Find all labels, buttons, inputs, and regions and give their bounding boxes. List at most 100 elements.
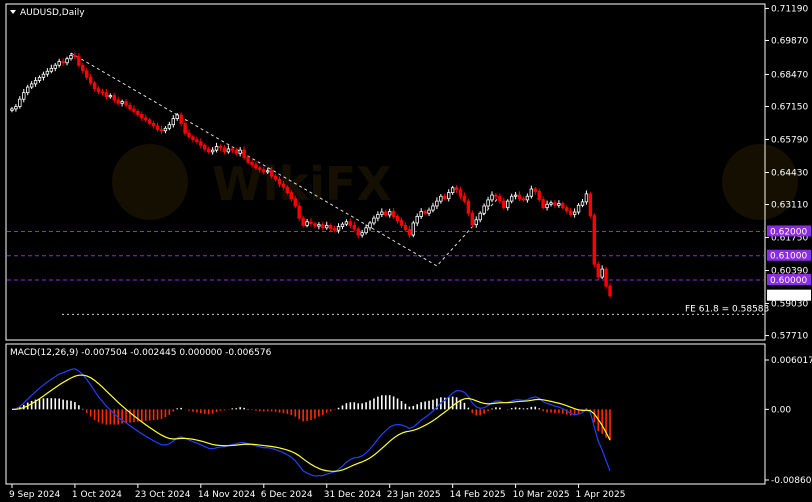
- candle-body: [222, 147, 227, 153]
- candle-body: [155, 125, 160, 130]
- candle-body: [360, 232, 364, 236]
- candle-body: [364, 227, 368, 234]
- candle-body: [218, 146, 223, 149]
- candle-body: [179, 114, 183, 124]
- level-label: 0.60000: [770, 276, 807, 286]
- candle-body: [498, 195, 502, 202]
- level-label: 0.61000: [770, 252, 807, 262]
- candle-body: [415, 216, 419, 224]
- candle-body: [439, 195, 443, 202]
- candle-body: [584, 193, 589, 203]
- candle-body: [517, 194, 522, 200]
- candle-body: [372, 217, 376, 224]
- candle-body: [226, 148, 231, 153]
- watermark-text: WikiFX: [212, 157, 392, 211]
- level-label: 0.62000: [770, 227, 807, 237]
- candle-body: [254, 164, 258, 169]
- candle-body: [187, 132, 191, 138]
- candle-body: [336, 226, 341, 231]
- candle-body: [305, 221, 309, 226]
- candle-body: [478, 212, 482, 221]
- candle-body: [486, 199, 490, 207]
- candle-body: [596, 263, 600, 278]
- candle-body: [474, 219, 478, 226]
- candle-body: [553, 202, 557, 206]
- candle-body: [348, 221, 353, 226]
- candle-body: [159, 129, 164, 132]
- candle-body: [317, 224, 321, 227]
- candle-body: [403, 224, 408, 230]
- candle-body: [313, 223, 317, 227]
- candle-body: [482, 205, 486, 214]
- candle-body: [37, 76, 42, 81]
- candle-body: [549, 202, 553, 205]
- time-tick-label: 31 Dec 2024: [324, 490, 382, 500]
- time-tick-label: 1 Apr 2025: [576, 490, 626, 500]
- candle-body: [45, 70, 50, 75]
- candle-body: [136, 110, 140, 115]
- time-tick-label: 10 Mar 2025: [513, 490, 570, 500]
- candle-body: [77, 56, 81, 66]
- candle-body: [273, 175, 278, 180]
- candle-body: [238, 149, 242, 154]
- candle-body: [81, 64, 85, 72]
- time-tick-label: 23 Oct 2024: [135, 490, 191, 500]
- candle-body: [494, 194, 498, 197]
- candle-body: [85, 70, 89, 78]
- candle-body: [128, 104, 132, 110]
- candle-body: [277, 178, 282, 185]
- candle-body: [297, 205, 301, 219]
- candle-body: [352, 224, 356, 230]
- candle-body: [57, 61, 61, 66]
- candle-body: [22, 92, 26, 100]
- candle-body: [525, 195, 530, 201]
- time-tick-label: 6 Dec 2024: [261, 490, 313, 500]
- candle-body: [600, 268, 604, 278]
- candle-body: [328, 224, 333, 229]
- trading-chart: AUDUSD,Daily MACD(12,26,9) -0.007504 -0.…: [0, 0, 812, 502]
- candle-body: [399, 220, 404, 226]
- candle-body: [112, 95, 116, 101]
- candle-body: [140, 114, 144, 119]
- candle-body: [557, 203, 561, 206]
- candle-body: [214, 146, 219, 151]
- candle-body: [462, 195, 467, 202]
- candle-body: [470, 212, 475, 226]
- candle-body: [281, 183, 286, 188]
- time-tick-label: 1 Oct 2024: [72, 490, 122, 500]
- time-tick-label: 9 Sep 2024: [9, 490, 61, 500]
- candle-body: [266, 170, 270, 173]
- candle-body: [10, 108, 14, 111]
- candle-body: [509, 195, 514, 202]
- candle-body: [199, 141, 203, 146]
- candle-body: [450, 187, 455, 194]
- candle-body: [356, 228, 360, 236]
- candle-body: [506, 200, 510, 209]
- price-tick-label: 0.69870: [771, 36, 808, 46]
- candle-body: [340, 223, 345, 228]
- candle-body: [203, 144, 207, 150]
- candle-body: [65, 58, 69, 64]
- current-price-marker: 0.59354: [767, 289, 811, 302]
- candle-body: [502, 200, 506, 209]
- candle-body: [376, 214, 380, 219]
- candle-body: [195, 139, 199, 143]
- macd-tick-label: 0.00: [771, 405, 791, 415]
- candle-body: [447, 192, 451, 200]
- candle-body: [580, 201, 585, 206]
- candle-body: [147, 119, 152, 124]
- candle-body: [120, 101, 124, 104]
- candle-body: [321, 224, 325, 229]
- candle-body: [427, 209, 431, 214]
- candle-body: [250, 161, 254, 166]
- price-tick-label: 0.67150: [771, 102, 808, 112]
- price-tick-label: 0.68470: [771, 70, 808, 80]
- candle-body: [258, 167, 262, 170]
- candle-body: [541, 199, 545, 209]
- candle-body: [332, 228, 337, 231]
- candle-body: [521, 198, 526, 201]
- candle-body: [289, 192, 294, 200]
- candle-body: [92, 82, 97, 90]
- candle-body: [454, 187, 459, 191]
- candle-body: [73, 55, 77, 58]
